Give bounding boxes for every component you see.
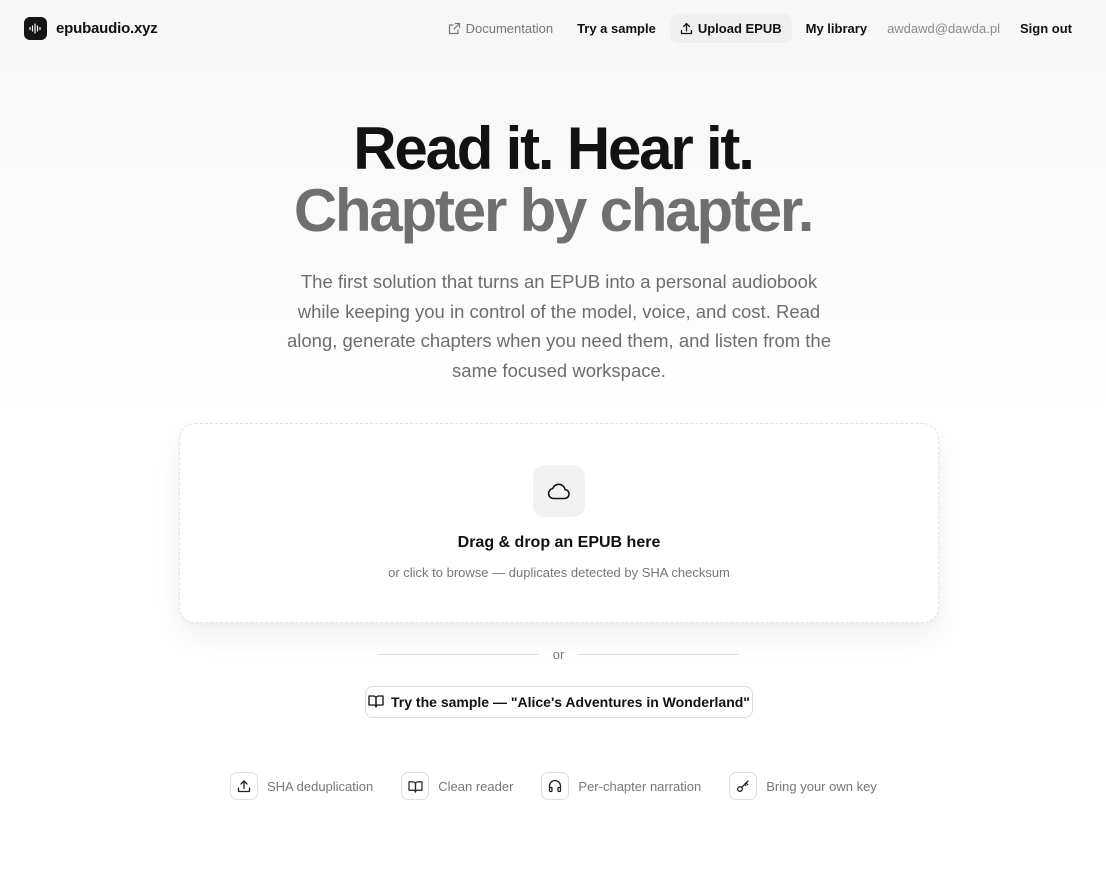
divider-label: or — [552, 646, 565, 662]
cloud-icon — [533, 465, 585, 517]
divider-rule-left — [378, 653, 539, 655]
nav-upload-epub-label: Upload EPUB — [697, 20, 782, 36]
dropzone-subtitle: or click to browse — duplicates detected… — [388, 565, 730, 580]
feature-list: SHA deduplication Clean reader Per-chapt… — [230, 772, 877, 800]
audio-waveform-icon[interactable] — [24, 16, 47, 40]
main-nav: Documentation Try a sample Upload EPUB M… — [438, 13, 1082, 43]
nav-my-library-label: My library — [805, 20, 868, 36]
epub-dropzone[interactable]: Drag & drop an EPUB here or click to bro… — [179, 423, 939, 623]
book-open-icon — [368, 694, 384, 711]
nav-documentation-label: Documentation — [465, 20, 554, 36]
nav-documentation[interactable]: Documentation — [438, 14, 563, 43]
feature-item: SHA deduplication — [230, 772, 373, 800]
feature-item: Bring your own key — [729, 772, 877, 800]
dropzone-title: Drag & drop an EPUB here — [457, 534, 661, 551]
external-link-icon — [448, 22, 461, 35]
headphones-icon — [541, 772, 570, 800]
hero-title-line1: Read it. Hear it. — [353, 115, 755, 182]
sign-out-label: Sign out — [1020, 20, 1072, 36]
book-open-icon — [401, 772, 430, 800]
key-icon — [729, 772, 758, 800]
upload-icon — [680, 22, 693, 35]
nav-my-library[interactable]: My library — [796, 14, 877, 43]
hero-lead: The first solution that turns an EPUB in… — [286, 271, 832, 381]
try-sample-button[interactable]: Try the sample — "Alice's Adventures in … — [365, 686, 753, 718]
feature-label: SHA deduplication — [267, 778, 374, 794]
user-email: awdawd@dawda.pl — [887, 20, 1000, 36]
nav-try-sample[interactable]: Try a sample — [567, 14, 666, 43]
feature-label: Per-chapter narration — [578, 778, 702, 794]
hero-title: Read it. Hear it. Chapter by chapter. — [0, 118, 1106, 242]
feature-label: Bring your own key — [766, 778, 877, 794]
upload-icon — [230, 772, 258, 800]
or-divider: or — [378, 646, 739, 662]
nav-upload-epub[interactable]: Upload EPUB — [669, 13, 792, 43]
brand-name[interactable]: epubaudio.xyz — [56, 20, 158, 37]
feature-label: Clean reader — [438, 778, 514, 794]
hero-title-line2: Chapter by chapter. — [293, 177, 815, 244]
divider-rule-right — [578, 653, 739, 655]
sign-out-button[interactable]: Sign out — [1010, 14, 1082, 43]
feature-item: Clean reader — [401, 772, 513, 800]
try-sample-label: Try the sample — "Alice's Adventures in … — [391, 694, 750, 710]
top-header: epubaudio.xyz Documentation Try a sample… — [0, 0, 1106, 56]
feature-item: Per-chapter narration — [541, 772, 701, 800]
nav-try-sample-label: Try a sample — [577, 20, 656, 36]
